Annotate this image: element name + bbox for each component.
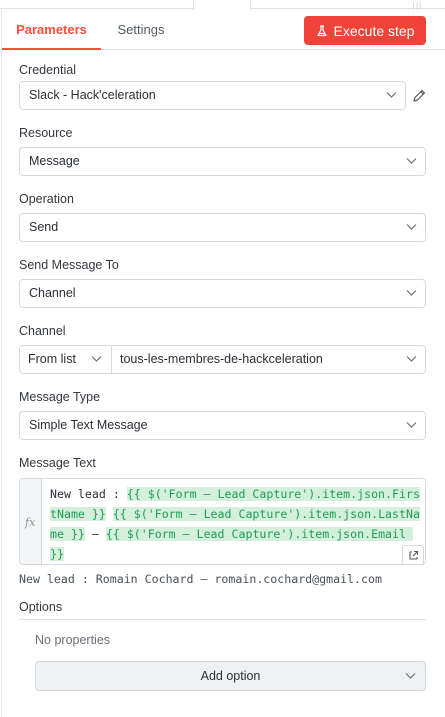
credential-value: Slack - Hack'celeration	[29, 88, 156, 102]
execute-step-label: Execute step	[333, 22, 415, 39]
tab-settings[interactable]: Settings	[105, 10, 177, 50]
add-option-select[interactable]: Add option	[35, 661, 426, 691]
operation-label: Operation	[19, 192, 74, 206]
chevron-down-icon	[406, 355, 417, 363]
send-to-value: Channel	[29, 286, 76, 300]
chevron-down-icon	[406, 223, 417, 231]
channel-mode-value: From list	[28, 352, 76, 366]
message-text-expression-editor[interactable]: fx New lead : {{ $('Form – Lead Capture'…	[19, 478, 426, 565]
chevron-down-icon	[406, 289, 417, 297]
chevron-down-icon	[406, 157, 417, 165]
chevron-down-icon	[406, 421, 417, 429]
chevron-down-icon	[91, 355, 102, 363]
open-expand-icon[interactable]	[402, 545, 424, 565]
code-text: –	[84, 527, 106, 541]
send-to-label: Send Message To	[19, 258, 119, 272]
channel-label: Channel	[19, 324, 66, 338]
flask-icon	[316, 24, 327, 36]
no-properties-text: No properties	[35, 633, 111, 647]
pencil-icon[interactable]	[411, 88, 427, 104]
operation-select[interactable]: Send	[19, 213, 426, 242]
code-text: New lead :	[50, 487, 127, 501]
options-label: Options	[19, 600, 63, 614]
channel-value: tous-les-membres-de-hackceleration	[120, 352, 323, 366]
chevron-down-icon	[405, 672, 416, 680]
node-parameters-panel: ||| Parameters Settings Execute step Cre…	[0, 0, 445, 717]
channel-mode-select[interactable]: From list	[20, 346, 112, 373]
fx-icon: fx	[25, 516, 36, 529]
message-type-label: Message Type	[19, 390, 101, 404]
channel-resource-locator: From list tous-les-membres-de-hackcelera…	[19, 345, 426, 374]
resource-select[interactable]: Message	[19, 147, 426, 176]
resize-handle[interactable]: |||	[193, 0, 422, 10]
top-divider-left	[0, 0, 193, 9]
add-option-label: Add option	[200, 669, 261, 683]
chevron-down-icon	[386, 91, 397, 99]
expression-result-preview: New lead : Romain Cochard – romain.cocha…	[19, 572, 382, 586]
message-text-label: Message Text	[19, 456, 96, 470]
credential-label: Credential	[19, 63, 76, 77]
execute-step-button[interactable]: Execute step	[304, 16, 426, 45]
options-divider	[19, 619, 426, 620]
send-to-select[interactable]: Channel	[19, 279, 426, 308]
credential-select[interactable]: Slack - Hack'celeration	[19, 81, 406, 110]
operation-value: Send	[29, 220, 59, 234]
message-type-value: Simple Text Message	[29, 418, 148, 432]
expression-code[interactable]: New lead : {{ $('Form – Lead Capture').i…	[50, 484, 425, 564]
panel-top-edge: |||	[0, 0, 445, 10]
resource-value: Message	[29, 154, 80, 168]
top-divider-right	[251, 0, 445, 9]
panel-left-border	[1, 9, 2, 717]
message-type-select[interactable]: Simple Text Message	[19, 411, 426, 440]
resource-label: Resource	[19, 126, 73, 140]
expression-gutter: fx	[20, 479, 42, 564]
tab-parameters[interactable]: Parameters	[2, 10, 101, 50]
